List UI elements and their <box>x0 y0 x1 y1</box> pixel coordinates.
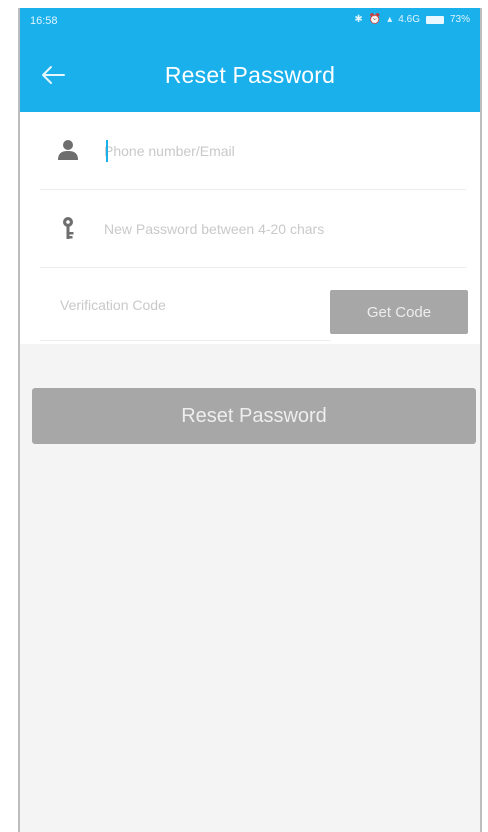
person-icon <box>58 140 78 160</box>
key-icon <box>63 217 74 239</box>
divider <box>40 267 466 268</box>
phone-screen: 16:58 ✱ ⏰ ▴ 4.6G 73% Reset Password Phon… <box>18 8 482 832</box>
divider <box>40 340 330 341</box>
status-bar: 16:58 ✱ ⏰ ▴ 4.6G 73% <box>20 8 480 34</box>
status-time: 16:58 <box>30 15 58 27</box>
text-cursor <box>106 140 108 162</box>
battery-icon <box>425 16 444 24</box>
bluetooth-icon: ✱ <box>354 14 363 25</box>
password-row <box>20 190 480 268</box>
reset-password-button[interactable]: Reset Password <box>32 388 476 444</box>
new-password-input[interactable] <box>104 216 434 242</box>
network-speed: 4.6G <box>398 14 420 25</box>
signal-icon: ▴ <box>387 14 393 25</box>
status-icons: ✱ ⏰ ▴ 4.6G 73% <box>354 14 470 26</box>
verification-code-input[interactable] <box>60 292 300 318</box>
account-row <box>20 112 480 190</box>
page-title: Reset Password <box>164 62 336 88</box>
alarm-icon: ⏰ <box>368 14 382 25</box>
get-code-button[interactable]: Get Code <box>330 290 468 334</box>
battery-percent: 73% <box>449 14 470 25</box>
app-header: 16:58 ✱ ⏰ ▴ 4.6G 73% Reset Password <box>20 8 480 112</box>
account-input[interactable] <box>104 138 434 164</box>
